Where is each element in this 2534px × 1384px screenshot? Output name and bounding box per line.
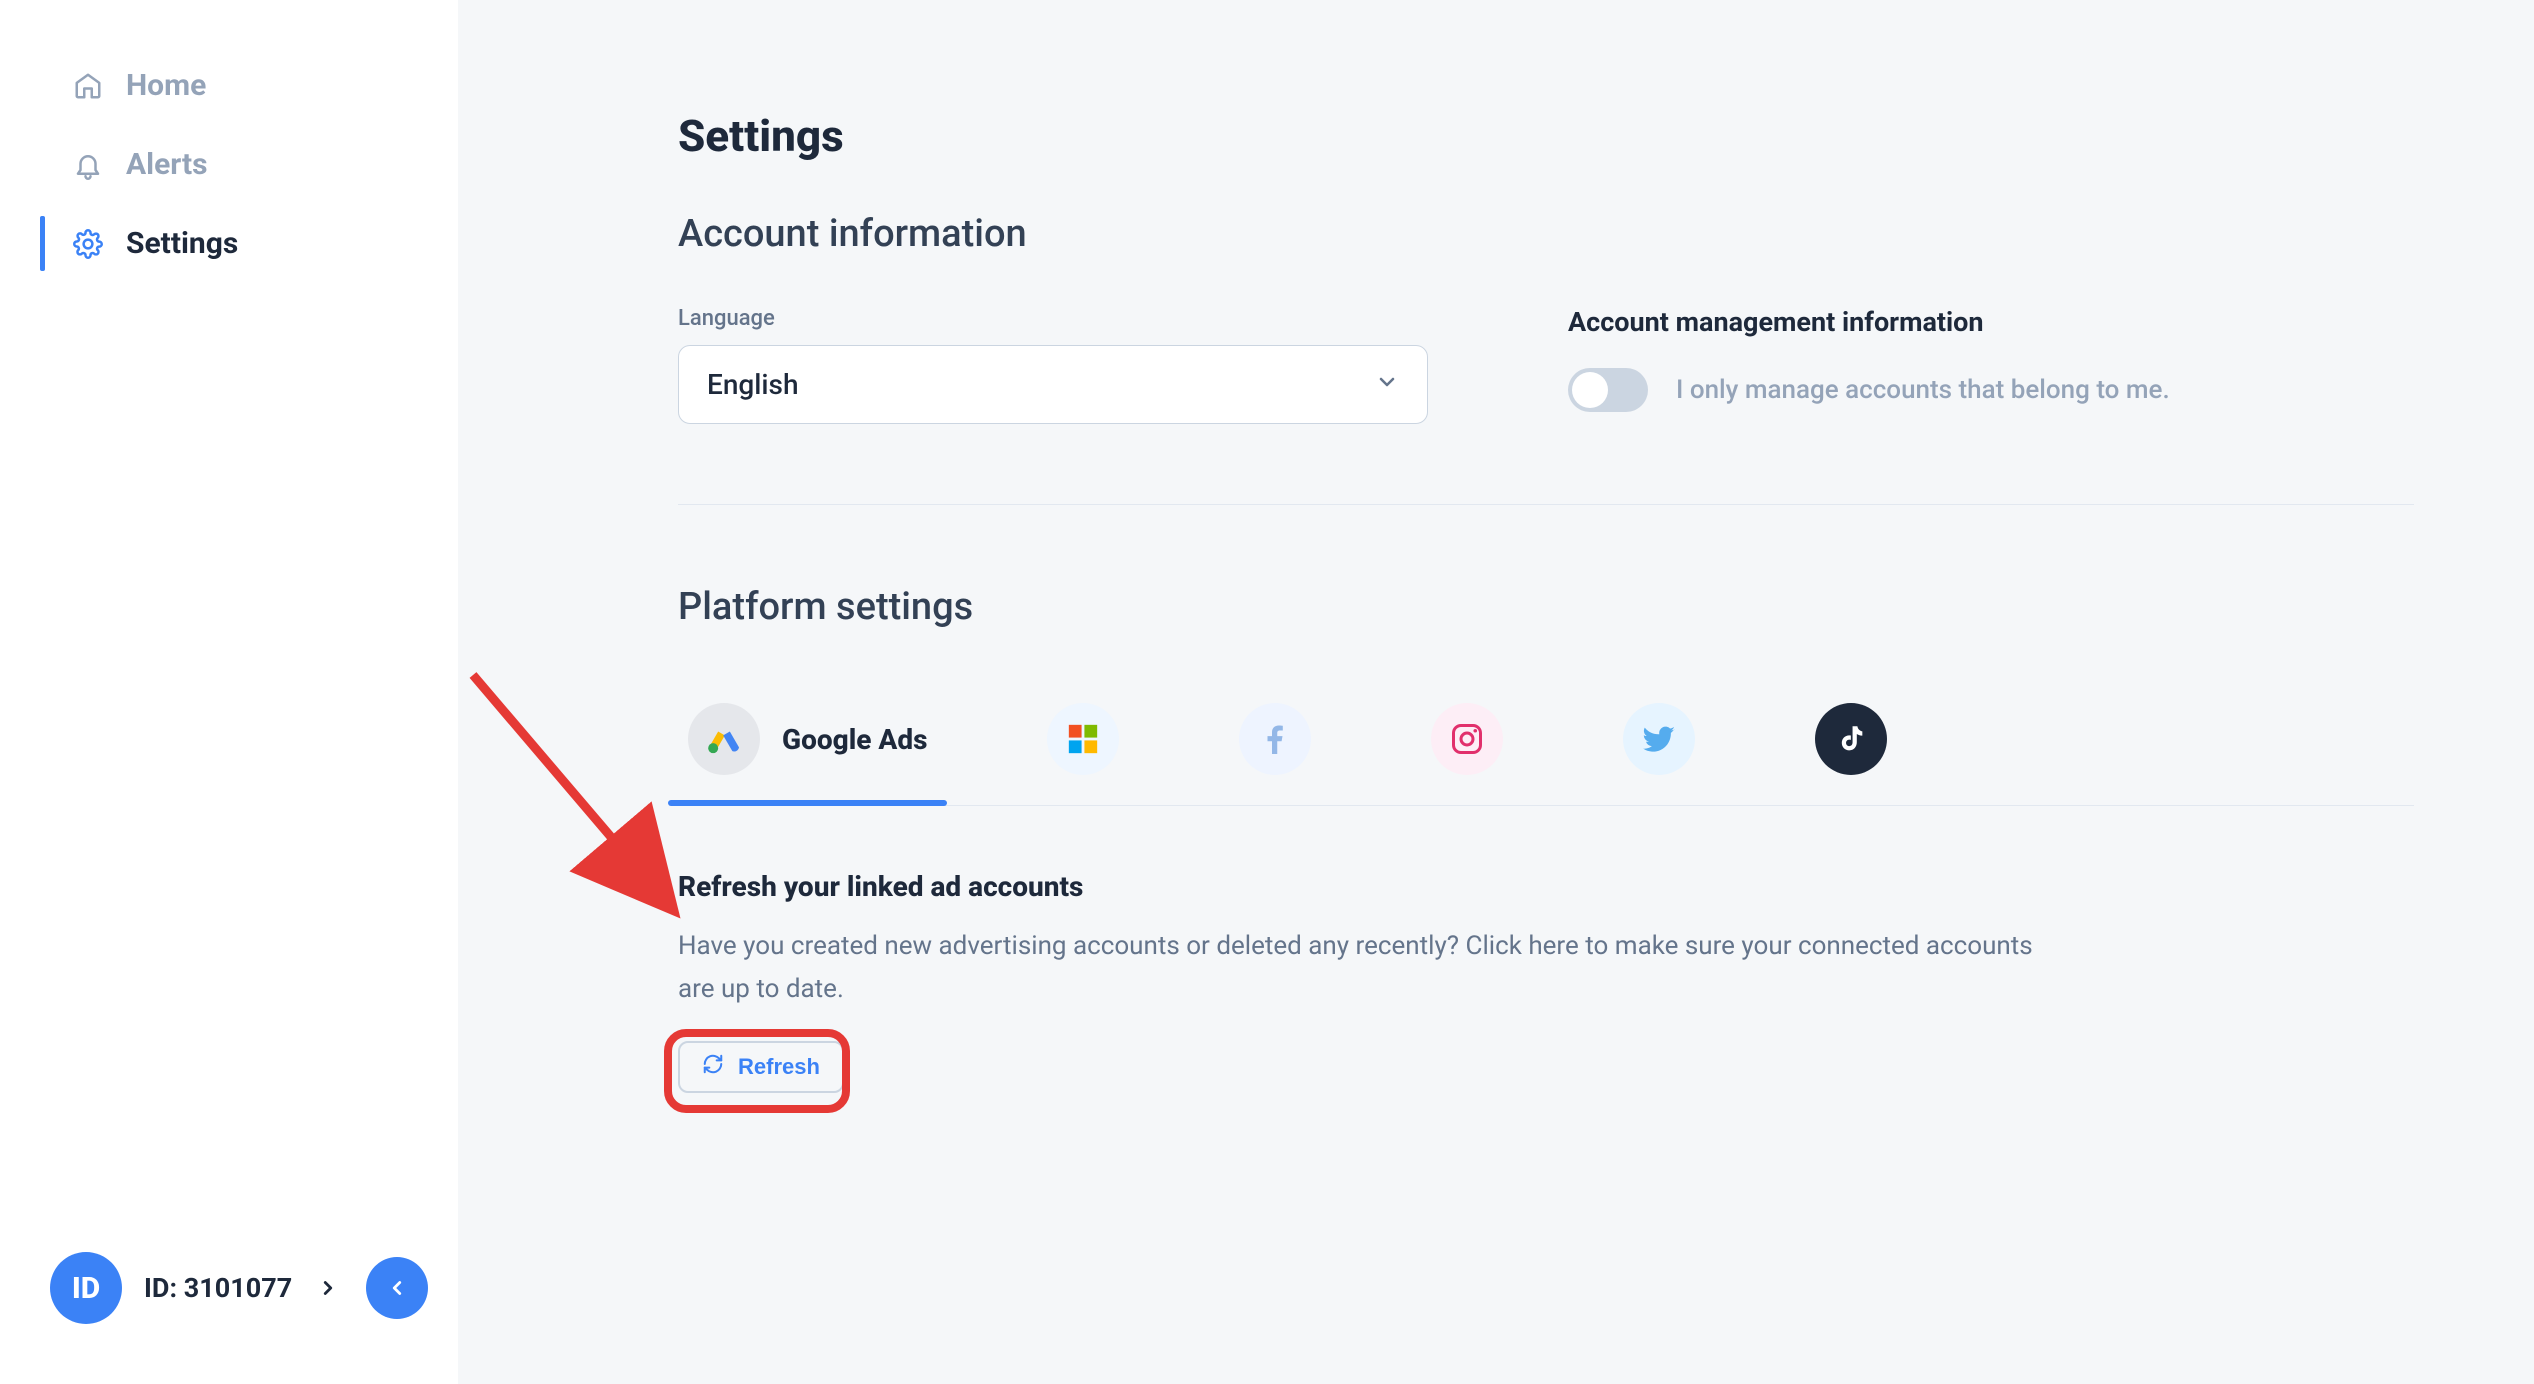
platform-settings-heading: Platform settings xyxy=(678,585,2414,629)
platform-tabs: Google Ads xyxy=(678,679,2414,806)
account-info-heading: Account information xyxy=(678,212,2414,256)
chevron-down-icon xyxy=(1375,368,1399,401)
microsoft-icon xyxy=(1047,703,1119,775)
tiktok-icon xyxy=(1815,703,1887,775)
management-info-title: Account management information xyxy=(1568,306,2414,338)
page-title: Settings xyxy=(678,110,2414,162)
refresh-button-label: Refresh xyxy=(738,1054,820,1080)
language-label: Language xyxy=(678,306,1428,331)
language-value: English xyxy=(707,368,799,401)
refresh-button[interactable]: Refresh xyxy=(678,1041,844,1093)
management-toggle-row: I only manage accounts that belong to me… xyxy=(1568,368,2414,412)
twitter-icon xyxy=(1623,703,1695,775)
sidebar-item-settings[interactable]: Settings xyxy=(0,204,458,283)
sidebar-item-label: Settings xyxy=(126,226,238,261)
sidebar-nav: Home Alerts Settings xyxy=(0,0,458,283)
tab-instagram[interactable] xyxy=(1421,679,1513,805)
sidebar-footer: ID ID: 3101077 xyxy=(50,1252,428,1324)
tab-tiktok[interactable] xyxy=(1805,679,1897,805)
management-info-block: Account management information I only ma… xyxy=(1568,306,2414,412)
id-badge: ID xyxy=(50,1252,122,1324)
home-icon xyxy=(72,70,104,102)
sidebar-item-label: Home xyxy=(126,68,206,103)
account-id-block[interactable]: ID ID: 3101077 xyxy=(50,1252,342,1324)
main-content: Settings Account information Language En… xyxy=(458,0,2534,1384)
tab-google-ads[interactable]: Google Ads xyxy=(678,679,937,805)
chevron-right-icon xyxy=(314,1274,342,1302)
tab-facebook[interactable] xyxy=(1229,679,1321,805)
tab-label: Google Ads xyxy=(782,723,927,756)
google-ads-icon xyxy=(688,703,760,775)
sidebar: Home Alerts Settings ID ID: 3101077 xyxy=(0,0,458,1384)
tab-twitter[interactable] xyxy=(1613,679,1705,805)
facebook-icon xyxy=(1239,703,1311,775)
management-toggle[interactable] xyxy=(1568,368,1648,412)
sidebar-item-alerts[interactable]: Alerts xyxy=(0,125,458,204)
account-info-row: Language English Account management info… xyxy=(678,306,2414,505)
refresh-icon xyxy=(702,1053,724,1081)
refresh-heading: Refresh your linked ad accounts xyxy=(678,870,2414,903)
language-field: Language English xyxy=(678,306,1428,424)
gear-icon xyxy=(72,228,104,260)
sidebar-item-home[interactable]: Home xyxy=(0,46,458,125)
refresh-accounts-block: Refresh your linked ad accounts Have you… xyxy=(678,870,2414,1093)
bell-icon xyxy=(72,149,104,181)
language-select[interactable]: English xyxy=(678,345,1428,424)
refresh-description: Have you created new advertising account… xyxy=(678,925,2058,1011)
sidebar-item-label: Alerts xyxy=(126,147,208,182)
instagram-icon xyxy=(1431,703,1503,775)
collapse-sidebar-button[interactable] xyxy=(366,1257,428,1319)
management-toggle-label: I only manage accounts that belong to me… xyxy=(1676,375,2170,405)
tab-microsoft-ads[interactable] xyxy=(1037,679,1129,805)
account-id-text: ID: 3101077 xyxy=(144,1272,292,1304)
